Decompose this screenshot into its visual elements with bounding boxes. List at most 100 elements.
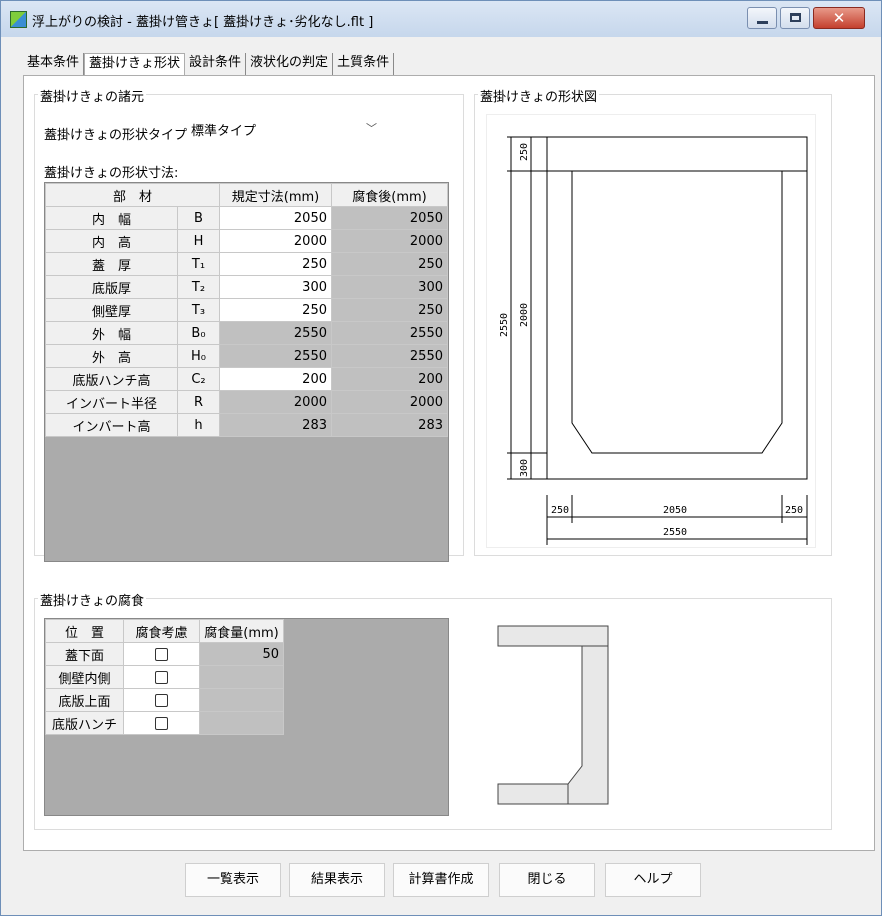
col-header-consider: 腐食考慮 [123, 619, 200, 643]
row-after-value: 300 [331, 275, 448, 299]
specs-group-title: 蓋掛けきょの諸元 [38, 86, 147, 105]
row-member-name: 底版厚 [45, 275, 178, 299]
row-member-name: 外 幅 [45, 321, 178, 345]
close-button[interactable]: 閉じる [499, 863, 595, 897]
corrosion-checkbox[interactable] [155, 670, 168, 684]
row-symbol: R [177, 390, 220, 414]
title-bar[interactable]: 浮上がりの検討 - 蓋掛け管きょ[ 蓋掛けきょ･劣化なし.flt ] ✕ [1, 1, 881, 37]
shape-type-value: 標準タイプ [191, 124, 257, 139]
close-window-button[interactable]: ✕ [813, 7, 865, 29]
client-area: 基本条件 蓋掛けきょ形状 設計条件 液状化の判定 土質条件 蓋掛けきょの諸元 蓋… [9, 37, 875, 909]
dim-total-height-label: 2550 [499, 313, 510, 337]
create-report-button[interactable]: 計算書作成 [393, 863, 489, 897]
table-row: 底版厚 T₂ 300 300 [45, 275, 448, 299]
main-window: 浮上がりの検討 - 蓋掛け管きょ[ 蓋掛けきょ･劣化なし.flt ] ✕ 基本条… [0, 0, 882, 916]
table-row: 底版上面 [45, 688, 284, 712]
row-spec-value[interactable]: 250 [219, 252, 332, 276]
col-header-member: 部 材 [45, 183, 220, 207]
table-row: 蓋下面 50 [45, 642, 284, 666]
col-header-spec: 規定寸法(mm) [219, 183, 332, 207]
row-consider-cell [123, 688, 200, 712]
row-after-value: 2550 [331, 344, 448, 368]
maximize-icon [790, 13, 801, 22]
row-spec-value: 2550 [219, 321, 332, 345]
row-consider-cell [123, 665, 200, 689]
row-amount: 50 [199, 642, 284, 666]
tab-design-conditions[interactable]: 設計条件 [185, 53, 247, 75]
tab-panel-shape: 蓋掛けきょの諸元 蓋掛けきょの形状タイプ: 標準タイプ ﹀ 蓋掛けきょの形状寸法… [23, 75, 875, 851]
tab-soil-conditions[interactable]: 土質条件 [333, 53, 395, 75]
row-member-name: 底版ハンチ高 [45, 367, 178, 391]
row-symbol: C₂ [177, 367, 220, 391]
tab-liquefaction[interactable]: 液状化の判定 [246, 53, 334, 75]
corrosion-checkbox[interactable] [155, 647, 168, 661]
row-spec-value[interactable]: 200 [219, 367, 332, 391]
row-symbol: T₃ [177, 298, 220, 322]
dim-inner-width-label: 2050 [663, 505, 687, 516]
window-title: 浮上がりの検討 - 蓋掛け管きょ[ 蓋掛けきょ･劣化なし.flt ] [32, 15, 374, 30]
result-view-button[interactable]: 結果表示 [289, 863, 385, 897]
dims-body: 内 幅 B 2050 2050 内 高 H 2000 2000 蓋 厚 T₁ 250 250 底版厚 T₂… [45, 206, 448, 437]
shape-type-select[interactable]: 標準タイプ ﹀ [188, 118, 384, 140]
row-member-name: インバート高 [45, 413, 178, 437]
row-consider-cell [123, 642, 200, 666]
corrosion-checkbox[interactable] [155, 716, 168, 730]
row-position: 底版上面 [45, 688, 124, 712]
table-row: 底版ハンチ [45, 711, 284, 735]
dim-wall-left-label: 250 [551, 505, 569, 516]
row-after-value: 2000 [331, 390, 448, 414]
table-row: 側壁厚 T₃ 250 250 [45, 298, 448, 322]
corrosion-drawing [497, 625, 609, 805]
table-row: 蓋 厚 T₁ 250 250 [45, 252, 448, 276]
row-member-name: 蓋 厚 [45, 252, 178, 276]
row-member-name: 外 高 [45, 344, 178, 368]
shape-type-label: 蓋掛けきょの形状タイプ: [44, 128, 192, 143]
table-row: 内 高 H 2000 2000 [45, 229, 448, 253]
dim-cover-label: 250 [519, 143, 530, 161]
minimize-button[interactable] [747, 7, 777, 29]
tab-basic-conditions[interactable]: 基本条件 [23, 53, 85, 75]
dims-grid: 部 材 規定寸法(mm) 腐食後(mm) 内 幅 B 2050 2050 内 高 H 200… [44, 182, 449, 562]
row-spec-value[interactable]: 300 [219, 275, 332, 299]
table-row: 底版ハンチ高 C₂ 200 200 [45, 367, 448, 391]
close-icon: ✕ [832, 9, 846, 27]
corrosion-table: 位 置 腐食考慮 腐食量(mm) 蓋下面 50 側壁内側 底版上面 底版ハンチ [45, 619, 284, 735]
corrosion-cover-shape [497, 625, 609, 647]
row-after-value: 250 [331, 252, 448, 276]
tab-shape[interactable]: 蓋掛けきょ形状 [84, 53, 186, 75]
corrosion-grid: 位 置 腐食考慮 腐食量(mm) 蓋下面 50 側壁内側 底版上面 底版ハンチ [44, 618, 449, 816]
row-symbol: h [177, 413, 220, 437]
row-member-name: 側壁厚 [45, 298, 178, 322]
diagram-group-title: 蓋掛けきょの形状図 [478, 86, 600, 105]
row-position: 底版ハンチ [45, 711, 124, 735]
list-view-button[interactable]: 一覧表示 [185, 863, 281, 897]
minimize-icon [757, 21, 768, 24]
dim-wall-right-label: 250 [785, 505, 803, 516]
dim-inner-height-label: 2000 [519, 303, 530, 327]
inner-opening-shape [571, 171, 783, 454]
outer-body-shape [546, 171, 808, 480]
table-row: 外 高 H₀ 2550 2550 [45, 344, 448, 368]
row-after-value: 2050 [331, 206, 448, 230]
corrosion-body-shape [497, 645, 609, 805]
dim-total-width-label: 2550 [663, 527, 687, 538]
corrosion-group-title: 蓋掛けきょの腐食 [38, 590, 147, 609]
dim-bottom-label: 300 [519, 459, 530, 477]
corrosion-header-row: 位 置 腐食考慮 腐食量(mm) [45, 619, 284, 643]
row-spec-value[interactable]: 250 [219, 298, 332, 322]
help-button[interactable]: ヘルプ [605, 863, 701, 897]
row-consider-cell [123, 711, 200, 735]
row-spec-value[interactable]: 2000 [219, 229, 332, 253]
row-spec-value[interactable]: 2050 [219, 206, 332, 230]
dims-label: 蓋掛けきょの形状寸法: [44, 166, 179, 181]
row-spec-value: 2550 [219, 344, 332, 368]
maximize-button[interactable] [780, 7, 810, 29]
row-position: 蓋下面 [45, 642, 124, 666]
corrosion-checkbox[interactable] [155, 693, 168, 707]
row-member-name: 内 高 [45, 229, 178, 253]
row-position: 側壁内側 [45, 665, 124, 689]
row-after-value: 200 [331, 367, 448, 391]
tab-strip: 基本条件 蓋掛けきょ形状 設計条件 液状化の判定 土質条件 [23, 53, 395, 75]
table-row: 外 幅 B₀ 2550 2550 [45, 321, 448, 345]
cover-slab-shape [546, 136, 808, 172]
